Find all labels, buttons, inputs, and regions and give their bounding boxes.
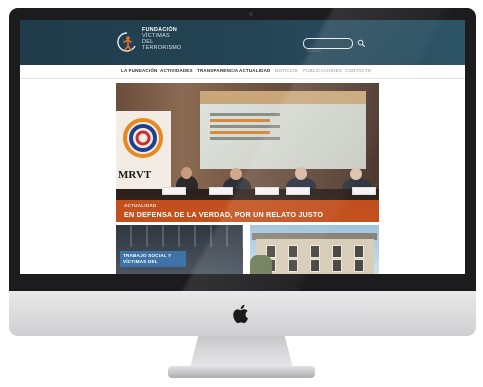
news-card-label[interactable]: TRABAJO SOCIAL Y VÍCTIMAS DEL (120, 251, 186, 267)
tree-foliage (250, 255, 272, 274)
nav-item-actividades[interactable]: ACTIVIDADES (160, 68, 193, 73)
nameplate (162, 187, 186, 195)
panelist-head (295, 167, 307, 180)
panelist-head (181, 167, 192, 179)
hero-title[interactable]: EN DEFENSA DE LA VERDAD, POR UN RELATO J… (124, 210, 323, 219)
nameplate (352, 187, 376, 195)
slide-banner (200, 91, 366, 104)
building-window (288, 245, 298, 258)
panelist-head (350, 168, 362, 180)
foundation-logo-icon[interactable] (116, 30, 138, 54)
website-screen: FUNDACIÓN VÍCTIMAS DEL TERRORISMO LA FUN… (20, 20, 465, 274)
monitor-stand-neck (190, 336, 293, 368)
hero-slider[interactable]: MRVT ACTUALIDAD EN DEFENSA DE LA VERDAD,… (116, 83, 379, 222)
slide-text-lines (210, 113, 280, 143)
apple-logo-icon (233, 304, 248, 324)
backdrop-text: MRVT (118, 169, 152, 181)
mrvt-emblem-icon (123, 118, 163, 158)
nav-item-publicaciones[interactable]: PUBLICACIONES (303, 68, 342, 73)
panelist-head (230, 168, 242, 180)
ceiling-lights (116, 225, 243, 247)
building-photo (256, 239, 374, 274)
building-window (354, 259, 364, 272)
nameplate (286, 187, 310, 195)
search-icon[interactable] (357, 39, 366, 48)
building-window (332, 259, 342, 272)
nav-item-fundacion[interactable]: LA FUNDACIÓN (121, 68, 157, 73)
camera-dot (249, 12, 253, 16)
hero-caption[interactable]: ACTUALIDAD EN DEFENSA DE LA VERDAD, POR … (116, 200, 379, 222)
hero-category-tag: ACTUALIDAD (124, 203, 157, 208)
building-window (354, 245, 364, 258)
projected-slide (200, 91, 366, 169)
building-window (310, 245, 320, 258)
search-box (303, 38, 353, 55)
site-logo-text[interactable]: FUNDACIÓN VÍCTIMAS DEL TERRORISMO (142, 27, 212, 51)
logo-line: TERRORISMO (142, 45, 182, 51)
news-card-left[interactable]: TRABAJO SOCIAL Y VÍCTIMAS DEL (116, 225, 243, 274)
site-header: FUNDACIÓN VÍCTIMAS DEL TERRORISMO (20, 20, 465, 65)
main-nav: LA FUNDACIÓN ACTIVIDADES TRANSPARENCIA A… (20, 65, 465, 79)
nav-item-noticias[interactable]: NOTICIAS (275, 68, 298, 73)
nameplate (209, 187, 233, 195)
building-window (288, 259, 298, 272)
nav-item-contacto[interactable]: CONTACTO (345, 68, 371, 73)
news-card-right[interactable] (250, 225, 379, 274)
building-window (310, 259, 320, 272)
building-window (332, 245, 342, 258)
backdrop-banner: MRVT (116, 111, 171, 191)
nameplate (255, 187, 279, 195)
search-input[interactable] (304, 46, 351, 55)
monitor-stand-foot (168, 366, 315, 378)
nav-item-transparencia[interactable]: TRANSPARENCIA (197, 68, 238, 73)
nav-item-actualidad[interactable]: ACTUALIDAD (239, 68, 271, 73)
